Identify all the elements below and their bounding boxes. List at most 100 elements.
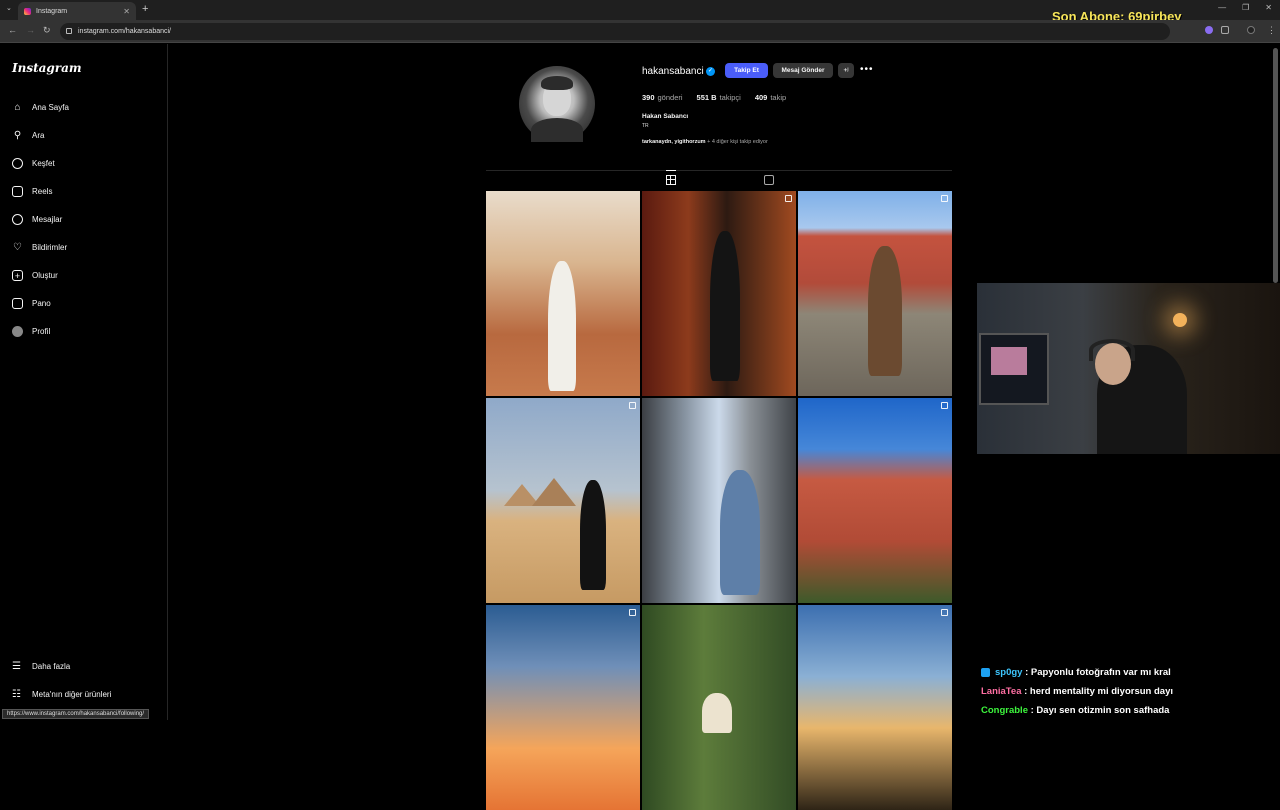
following-label: takip	[770, 93, 787, 102]
meta-products-icon: ☷	[12, 689, 21, 700]
posts-stat: 390 gönderi	[642, 93, 683, 102]
post-tile[interactable]	[642, 605, 796, 810]
more-options-icon[interactable]: •••	[860, 64, 874, 75]
sidebar-item-meta[interactable]: ☷ Meta'nın diğer ürünleri	[12, 689, 111, 700]
monitor-screen-shape	[991, 347, 1027, 375]
search-icon: ⚲	[13, 130, 22, 141]
sidebar-item-label: Meta'nın diğer ürünleri	[32, 690, 112, 699]
browser-menu-icon[interactable]: ⋮	[1267, 25, 1276, 36]
follow-button[interactable]: Takip Et	[725, 63, 768, 78]
lamp-shape	[1173, 313, 1187, 327]
person-shape	[720, 470, 760, 595]
compass-icon	[12, 158, 23, 169]
heart-icon: ♡	[13, 242, 22, 253]
extensions-puzzle-icon[interactable]	[1221, 26, 1229, 34]
new-tab-button[interactable]: +	[142, 3, 148, 15]
person-shape	[710, 231, 740, 381]
message-button[interactable]: Mesaj Gönder	[773, 63, 833, 78]
forward-icon[interactable]: →	[26, 25, 35, 35]
sidebar-item-label: Ana Sayfa	[32, 103, 69, 112]
followers-stat[interactable]: 551 Btakipçi	[697, 93, 741, 102]
avatar-icon	[12, 326, 23, 337]
sidebar-item-dashboard[interactable]: Pano	[12, 298, 51, 309]
verified-badge-icon: ✓	[706, 67, 715, 76]
sidebar-item-create[interactable]: + Oluştur	[12, 270, 58, 281]
sidebar-item-messages[interactable]: Mesajlar	[12, 214, 62, 225]
following-stat[interactable]: 409 takip	[755, 93, 786, 102]
followed-by-rest: + 4 diğer kişi takip ediyor	[705, 139, 768, 145]
person-shape	[702, 693, 732, 733]
post-tile[interactable]	[642, 191, 796, 396]
close-window-icon[interactable]: ✕	[1265, 3, 1272, 12]
sidebar-item-profile[interactable]: Profil	[12, 326, 50, 337]
webcam-overlay	[977, 283, 1280, 454]
chat-badge-icon	[981, 668, 990, 677]
sidebar-item-search[interactable]: ⚲ Ara	[12, 130, 45, 141]
posts-grid-tab-icon[interactable]	[666, 175, 676, 185]
post-tile[interactable]	[798, 605, 952, 810]
sidebar-item-label: Bildirimler	[32, 243, 68, 252]
page-scrollbar[interactable]	[1273, 48, 1278, 283]
post-tile[interactable]	[798, 398, 952, 603]
restore-icon[interactable]: ❐	[1242, 3, 1249, 12]
profile-stats: 390 gönderi 551 Btakipçi 409 takip	[642, 93, 786, 102]
minimize-icon[interactable]: —	[1218, 3, 1226, 12]
status-bar-url: https://www.instagram.com/hakansabanci/f…	[2, 709, 150, 719]
avatar-hair-shape	[541, 76, 573, 90]
chat-username: sp0gy	[995, 667, 1023, 678]
person-shape	[868, 246, 902, 376]
post-tile[interactable]	[486, 605, 640, 810]
browser-tab[interactable]: Instagram ✕	[18, 2, 136, 20]
post-tile[interactable]	[798, 191, 952, 396]
chat-message: LaniaTea : herd mentality mi diyorsun da…	[981, 682, 1173, 701]
followed-by-names: tarkanaydn, yigithorzum	[642, 139, 706, 145]
url-text: instagram.com/hakansabanci/	[78, 28, 171, 35]
chat-text: : Papyonlu fotoğrafın var mı kral	[1025, 667, 1171, 678]
url-input[interactable]: instagram.com/hakansabanci/	[60, 23, 1170, 40]
reels-icon	[12, 186, 23, 197]
tab-title: Instagram	[36, 7, 68, 15]
instagram-logo[interactable]: Instagram	[12, 61, 82, 75]
tab-search-icon[interactable]: ⌄	[6, 4, 12, 12]
suggested-users-button[interactable]: +ʲ	[838, 63, 854, 78]
carousel-icon	[941, 402, 948, 409]
profile-avatar-icon[interactable]	[1247, 26, 1255, 34]
sidebar-item-label: Oluştur	[32, 271, 58, 280]
sidebar-item-more[interactable]: ☰ Daha fazla	[12, 661, 70, 672]
sidebar-item-label: Profil	[32, 327, 51, 336]
address-bar-row: ← → ↻ instagram.com/hakansabanci/ ⋮	[0, 20, 1280, 43]
sidebar-item-home[interactable]: ⌂ Ana Sayfa	[12, 102, 69, 113]
posts-grid	[486, 191, 953, 810]
chat-text: : Dayı sen otizmin son safhada	[1030, 705, 1170, 716]
followers-label: takipçi	[719, 93, 741, 102]
chat-username: LaniaTea	[981, 686, 1022, 697]
home-icon: ⌂	[14, 102, 21, 113]
post-tile[interactable]	[486, 191, 640, 396]
posts-count: 390	[642, 93, 655, 102]
tagged-tab-icon[interactable]	[764, 175, 774, 185]
person-shape	[580, 480, 606, 590]
sidebar-item-explore[interactable]: Keşfet	[12, 158, 55, 169]
instagram-sidebar: Instagram ⌂ Ana Sayfa ⚲ Ara Keşfet Reels…	[0, 44, 168, 720]
chat-text: : herd mentality mi diyorsun dayı	[1024, 686, 1173, 697]
sidebar-item-label: Daha fazla	[32, 662, 71, 671]
post-tile[interactable]	[486, 398, 640, 603]
followers-count: 551 B	[696, 93, 717, 102]
followed-by[interactable]: tarkanaydn, yigithorzum + 4 diğer kişi t…	[642, 139, 768, 145]
reload-icon[interactable]: ↻	[43, 25, 51, 36]
site-info-icon[interactable]	[66, 28, 72, 34]
carousel-icon	[629, 402, 636, 409]
post-tile[interactable]	[642, 398, 796, 603]
sidebar-item-reels[interactable]: Reels	[12, 186, 52, 197]
messenger-icon	[12, 214, 23, 225]
carousel-icon	[941, 195, 948, 202]
sidebar-item-label: Keşfet	[32, 159, 55, 168]
tab-close-icon[interactable]: ✕	[123, 7, 130, 16]
extension-icon[interactable]	[1205, 26, 1213, 34]
back-icon[interactable]: ←	[8, 25, 17, 35]
dashboard-icon	[12, 298, 23, 309]
sidebar-item-label: Pano	[32, 299, 51, 308]
hamburger-icon: ☰	[12, 661, 21, 672]
active-tab-indicator	[666, 170, 676, 171]
sidebar-item-notifications[interactable]: ♡ Bildirimler	[12, 242, 67, 253]
